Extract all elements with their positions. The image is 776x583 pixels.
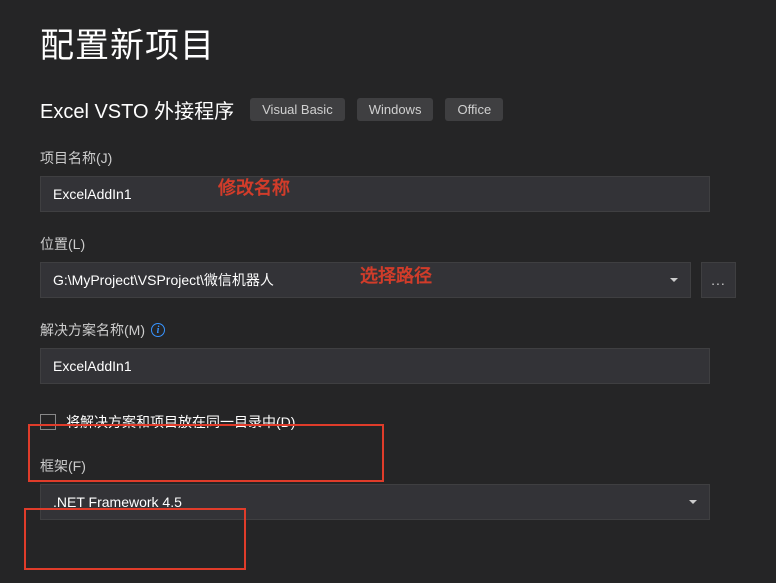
framework-value: .NET Framework 4.5 — [53, 494, 182, 510]
page-title: 配置新项目 — [40, 18, 736, 67]
project-name-group: 项目名称(J) 修改名称 — [40, 148, 736, 212]
framework-label: 框架(F) — [40, 456, 736, 476]
location-label: 位置(L) — [40, 234, 736, 254]
project-name-label: 项目名称(J) — [40, 148, 736, 168]
same-directory-label[interactable]: 将解决方案和项目放在同一目录中(D) — [66, 412, 295, 432]
same-directory-checkbox[interactable] — [40, 414, 56, 430]
same-directory-group: 将解决方案和项目放在同一目录中(D) — [40, 406, 736, 438]
solution-name-label-text: 解决方案名称(M) — [40, 320, 145, 340]
framework-group: 框架(F) .NET Framework 4.5 — [40, 456, 736, 520]
solution-name-label: 解决方案名称(M) i — [40, 320, 736, 340]
browse-button[interactable]: ... — [701, 262, 736, 298]
location-value: G:\MyProject\VSProject\微信机器人 — [53, 270, 274, 290]
tag-category: Office — [445, 98, 503, 121]
location-group: 位置(L) G:\MyProject\VSProject\微信机器人 ... 选… — [40, 234, 736, 298]
info-icon[interactable]: i — [151, 323, 165, 337]
project-name-input[interactable] — [40, 176, 710, 212]
tag-language: Visual Basic — [250, 98, 345, 121]
project-type: Excel VSTO 外接程序 — [40, 95, 234, 124]
location-select[interactable]: G:\MyProject\VSProject\微信机器人 — [40, 262, 691, 298]
solution-name-group: 解决方案名称(M) i — [40, 320, 736, 384]
tag-platform: Windows — [357, 98, 434, 121]
chevron-down-icon — [670, 278, 678, 282]
framework-select[interactable]: .NET Framework 4.5 — [40, 484, 710, 520]
subtitle-row: Excel VSTO 外接程序 Visual Basic Windows Off… — [40, 95, 736, 124]
chevron-down-icon — [689, 500, 697, 504]
solution-name-input[interactable] — [40, 348, 710, 384]
